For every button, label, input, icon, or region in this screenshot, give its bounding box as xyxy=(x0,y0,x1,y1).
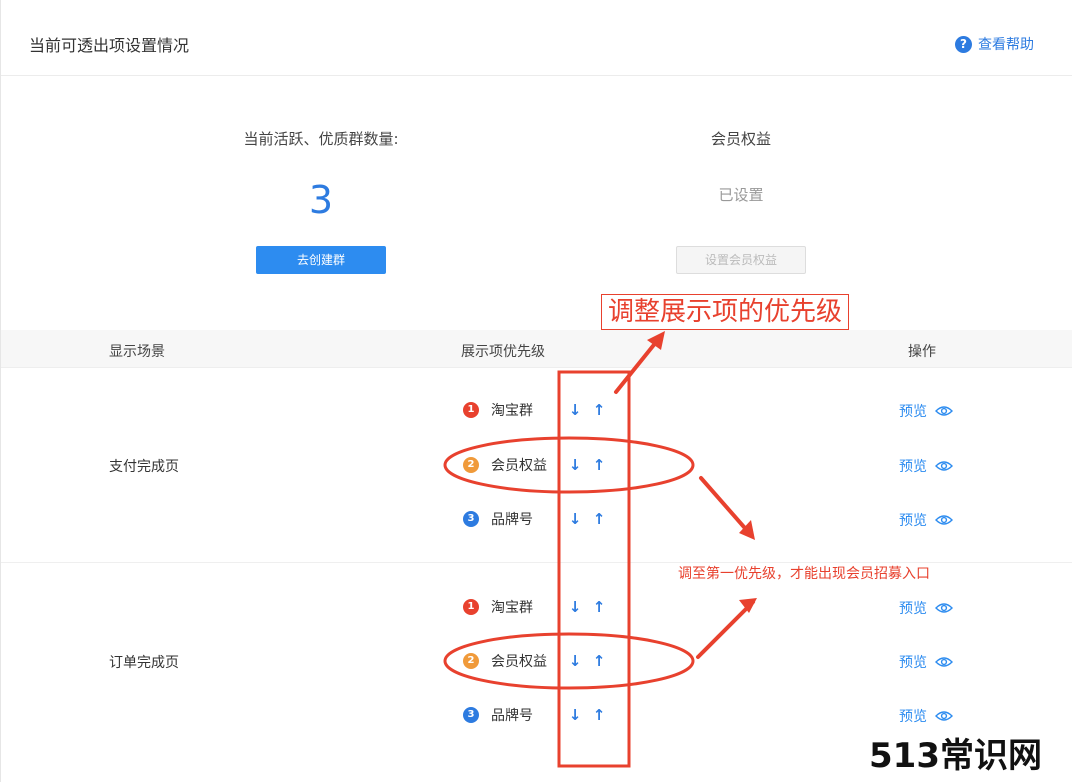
preview-button[interactable]: 预览 xyxy=(899,510,953,530)
move-up-button[interactable]: ↑ xyxy=(587,456,611,474)
preview-button[interactable]: 预览 xyxy=(899,706,953,726)
priority-item: 2 会员权益 ↓ ↑ xyxy=(463,454,611,476)
move-down-button[interactable]: ↓ xyxy=(563,598,587,616)
eye-icon xyxy=(935,461,953,471)
priority-item: 3 品牌号 ↓ ↑ xyxy=(463,704,611,726)
item-name: 品牌号 xyxy=(491,512,533,528)
help-link[interactable]: ? 查看帮助 xyxy=(955,34,1034,54)
annotation-arrow xyxy=(696,600,755,659)
move-up-button[interactable]: ↑ xyxy=(587,598,611,616)
member-benefit-stat: 会员权益 已设置 设置会员权益 xyxy=(591,128,891,274)
move-down-button[interactable]: ↓ xyxy=(563,456,587,474)
scene-order-complete: 订单完成页 xyxy=(109,655,179,671)
rank-badge: 1 xyxy=(463,599,479,615)
eye-icon xyxy=(935,406,953,416)
preview-label: 预览 xyxy=(899,601,927,617)
create-group-button[interactable]: 去创建群 xyxy=(256,246,386,274)
rank-badge: 3 xyxy=(463,511,479,527)
item-name: 淘宝群 xyxy=(491,600,533,616)
arrow-head xyxy=(739,520,755,540)
move-down-button[interactable]: ↓ xyxy=(563,706,587,724)
rank-badge: 2 xyxy=(463,653,479,669)
eye-icon xyxy=(935,515,953,525)
priority-note: 调至第一优先级，才能出现会员招募入口 xyxy=(678,566,930,582)
scene-payment-complete: 支付完成页 xyxy=(109,459,179,475)
column-ops: 操作 xyxy=(908,344,936,360)
item-name: 品牌号 xyxy=(491,708,533,724)
active-groups-stat: 当前活跃、优质群数量: 3 去创建群 xyxy=(171,128,471,274)
member-benefit-status: 已设置 xyxy=(718,186,764,204)
set-member-benefit-button: 设置会员权益 xyxy=(676,246,806,274)
rank-badge: 2 xyxy=(463,457,479,473)
annotation-arrow xyxy=(699,476,753,537)
preview-label: 预览 xyxy=(899,513,927,529)
item-name: 会员权益 xyxy=(491,458,547,474)
preview-button[interactable]: 预览 xyxy=(899,652,953,672)
preview-label: 预览 xyxy=(899,459,927,475)
priority-item: 1 淘宝群 ↓ ↑ xyxy=(463,399,611,421)
arrow-head xyxy=(739,598,757,613)
preview-button[interactable]: 预览 xyxy=(899,401,953,421)
rank-badge: 1 xyxy=(463,402,479,418)
eye-icon xyxy=(935,711,953,721)
priority-callout: 调整展示项的优先级 xyxy=(601,294,850,330)
help-label: 查看帮助 xyxy=(978,37,1034,53)
priority-item: 1 淘宝群 ↓ ↑ xyxy=(463,596,611,618)
page-title: 当前可透出项设置情况 xyxy=(29,36,190,55)
move-down-button[interactable]: ↓ xyxy=(563,510,587,528)
move-up-button[interactable]: ↑ xyxy=(587,510,611,528)
move-up-button[interactable]: ↑ xyxy=(587,401,611,419)
move-down-button[interactable]: ↓ xyxy=(563,401,587,419)
priority-item: 2 会员权益 ↓ ↑ xyxy=(463,650,611,672)
preview-button[interactable]: 预览 xyxy=(899,598,953,618)
column-priority: 展示项优先级 xyxy=(461,344,545,360)
settings-panel: 当前可透出项设置情况 ? 查看帮助 当前活跃、优质群数量: 3 去创建群 会员权… xyxy=(0,0,1072,782)
table-header: 显示场景 展示项优先级 操作 xyxy=(1,330,1072,368)
panel-header: 当前可透出项设置情况 ? 查看帮助 xyxy=(1,0,1072,76)
move-down-button[interactable]: ↓ xyxy=(563,652,587,670)
preview-button[interactable]: 预览 xyxy=(899,456,953,476)
rank-badge: 3 xyxy=(463,707,479,723)
active-groups-count: 3 xyxy=(308,178,334,222)
item-name: 会员权益 xyxy=(491,654,547,670)
move-up-button[interactable]: ↑ xyxy=(587,652,611,670)
watermark: 513常识网 xyxy=(869,736,1042,776)
column-scene: 显示场景 xyxy=(109,344,165,360)
preview-label: 预览 xyxy=(899,404,927,420)
active-groups-heading: 当前活跃、优质群数量: xyxy=(243,130,399,148)
item-name: 淘宝群 xyxy=(491,403,533,419)
eye-icon xyxy=(935,657,953,667)
member-benefit-heading: 会员权益 xyxy=(710,130,771,148)
preview-label: 预览 xyxy=(899,655,927,671)
eye-icon xyxy=(935,603,953,613)
priority-item: 3 品牌号 ↓ ↑ xyxy=(463,508,611,530)
preview-label: 预览 xyxy=(899,709,927,725)
move-up-button[interactable]: ↑ xyxy=(587,706,611,724)
question-icon: ? xyxy=(955,35,972,53)
